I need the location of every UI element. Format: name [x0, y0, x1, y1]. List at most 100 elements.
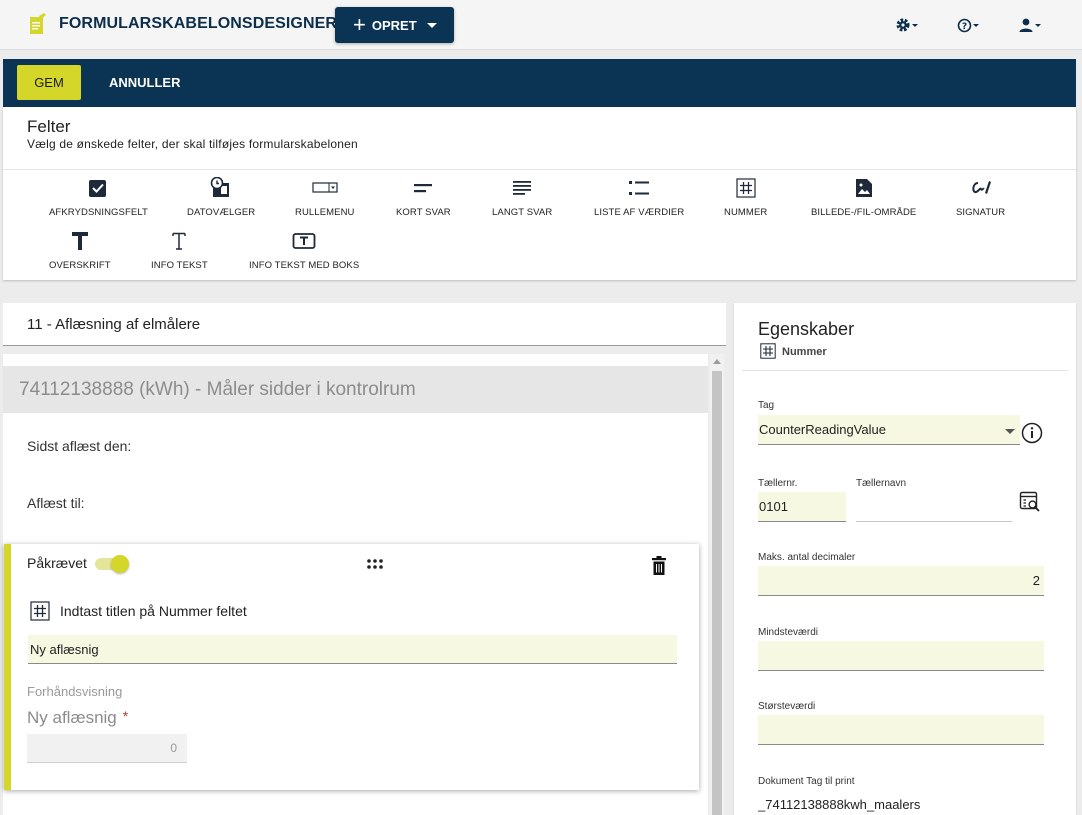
properties-panel: Egenskaber Nummer Tag Tællernr. Tællerna… [734, 303, 1076, 815]
user-menu-button[interactable] [1018, 14, 1041, 36]
tool-info-text-box[interactable]: INFO TEKST MED BOKS [249, 230, 359, 271]
form-header: 11 - Aflæsning af elmålere [3, 303, 726, 346]
counter-name-label: Tællernavn [856, 478, 907, 489]
trash-icon[interactable] [652, 556, 666, 576]
tool-value-list[interactable]: LISTE AF VÆRDIER [594, 177, 684, 218]
tool-image-file[interactable]: BILLEDE-/FIL-OMRÅDE [811, 177, 916, 218]
signature-icon [970, 177, 992, 199]
info-icon[interactable] [1021, 422, 1043, 444]
action-bar: GEM ANNULLER [3, 59, 1076, 107]
tool-checkbox[interactable]: AFKRYDSNINGSFELT [49, 177, 148, 218]
tool-label: KORT SVAR [396, 207, 451, 218]
form-field-read-to[interactable]: Aflæst til: [27, 495, 85, 511]
tag-label: Tag [758, 400, 775, 411]
chevron-down-icon [1035, 23, 1041, 27]
plus-icon: + [353, 12, 366, 37]
counter-search-icon[interactable] [1019, 491, 1041, 513]
form-field-last-read[interactable]: Sidst aflæst den: [27, 438, 131, 454]
counter-number-label: Tællernr. [758, 478, 798, 489]
tool-label: RULLEMENU [295, 207, 355, 218]
tool-label: INFO TEKST MED BOKS [249, 260, 360, 271]
svg-text:?: ? [962, 22, 967, 32]
divider [742, 370, 1068, 371]
max-value-label: Størsteværdi [758, 701, 816, 712]
tool-heading[interactable]: OVERSKRIFT [49, 230, 111, 271]
scroll-up-icon[interactable] [713, 359, 721, 364]
tool-label: NUMMER [724, 207, 768, 218]
section-title: 74112138888 (kWh) - Måler sidder i kontr… [19, 379, 416, 400]
toggle-knob [111, 555, 129, 573]
properties-type-label: Nummer [782, 346, 827, 358]
tool-long-answer[interactable]: LANGT SVAR [492, 177, 552, 218]
form-scrollbar[interactable] [710, 354, 724, 815]
preview-field-name-text: Ny aflæsnig [27, 708, 117, 727]
tool-label: INFO TEKST [151, 260, 208, 271]
heading-icon [71, 230, 89, 252]
app-bar: FORMULARSKABELONSDESIGNER + OPRET ? [0, 0, 1082, 50]
counter-name-input[interactable] [856, 492, 1012, 522]
fields-title: Felter [27, 117, 71, 136]
tool-label: DATOVÆLGER [187, 207, 256, 218]
preview-label: Forhåndsvisning [27, 684, 123, 699]
preview-number-input[interactable] [27, 734, 187, 763]
max-value-input[interactable] [758, 715, 1044, 745]
gear-icon [896, 18, 910, 32]
tool-number[interactable]: NUMMER [724, 177, 767, 218]
form-designer-logo-icon [30, 13, 46, 34]
tool-label: SIGNATUR [956, 207, 1006, 218]
selected-field-card[interactable]: Påkrævet Indtast titlen på Nummer feltet… [4, 544, 699, 790]
tool-signature[interactable]: SIGNATUR [956, 177, 1005, 218]
scroll-thumb[interactable] [712, 371, 722, 815]
number-icon [30, 601, 50, 621]
save-button[interactable]: GEM [17, 65, 81, 100]
document-tag-label: Dokument Tag til print [758, 776, 855, 787]
user-icon [1019, 18, 1033, 32]
section-header[interactable]: 74112138888 (kWh) - Måler sidder i kontr… [3, 366, 708, 413]
number-icon [760, 343, 776, 359]
fields-panel: Felter Vælg de ønskede felter, der skal … [3, 107, 1076, 280]
chevron-down-icon [973, 23, 979, 27]
tool-info-text[interactable]: INFO TEKST [151, 230, 208, 271]
min-value-label: Mindsteværdi [758, 627, 819, 638]
settings-menu-button[interactable] [895, 14, 918, 36]
properties-title: Egenskaber [758, 319, 855, 339]
info-text-box-icon [292, 230, 316, 252]
tool-label: OVERSKRIFT [49, 260, 111, 271]
tool-label: AFKRYDSNINGSFELT [49, 207, 148, 218]
dropdown-icon [312, 177, 338, 199]
min-value-input[interactable] [758, 641, 1044, 671]
chevron-down-icon [1005, 429, 1015, 434]
tool-label: LANGT SVAR [492, 207, 553, 218]
document-tag-value[interactable]: _74112138888kwh_maalers [758, 797, 920, 812]
short-answer-icon [413, 177, 433, 199]
max-decimals-label: Maks. antal decimaler [758, 552, 856, 563]
chevron-down-icon [426, 22, 437, 28]
field-title-prompt: Indtast titlen på Nummer feltet [60, 603, 247, 619]
help-menu-button[interactable]: ? [957, 14, 979, 36]
tag-select[interactable] [758, 415, 1020, 445]
chevron-down-icon [912, 23, 918, 27]
checkbox-icon [88, 177, 108, 199]
tool-short-answer[interactable]: KORT SVAR [396, 177, 451, 218]
create-button[interactable]: + OPRET [335, 7, 454, 43]
required-label: Påkrævet [27, 555, 87, 571]
counter-number-input[interactable] [758, 492, 846, 522]
cancel-button[interactable]: ANNULLER [109, 75, 181, 90]
create-button-label: OPRET [371, 17, 417, 33]
tool-dropdown[interactable]: RULLEMENU [295, 177, 355, 218]
info-text-icon [171, 230, 187, 252]
max-decimals-input[interactable] [758, 566, 1044, 596]
long-answer-icon [512, 177, 532, 199]
tool-label: BILLEDE-/FIL-OMRÅDE [811, 207, 917, 218]
preview-field-name: Ny aflæsnig * [27, 708, 128, 728]
app-title: FORMULARSKABELONSDESIGNER [59, 15, 338, 32]
divider [3, 169, 1076, 170]
value-list-icon [628, 177, 650, 199]
required-toggle[interactable] [95, 555, 131, 573]
form-title: 11 - Aflæsning af elmålere [27, 316, 201, 333]
field-title-input[interactable] [28, 635, 677, 664]
tool-label: LISTE AF VÆRDIER [594, 207, 685, 218]
drag-handle-icon[interactable] [366, 558, 384, 570]
tool-date-picker[interactable]: DATOVÆLGER [187, 177, 255, 218]
date-picker-icon [210, 177, 232, 199]
